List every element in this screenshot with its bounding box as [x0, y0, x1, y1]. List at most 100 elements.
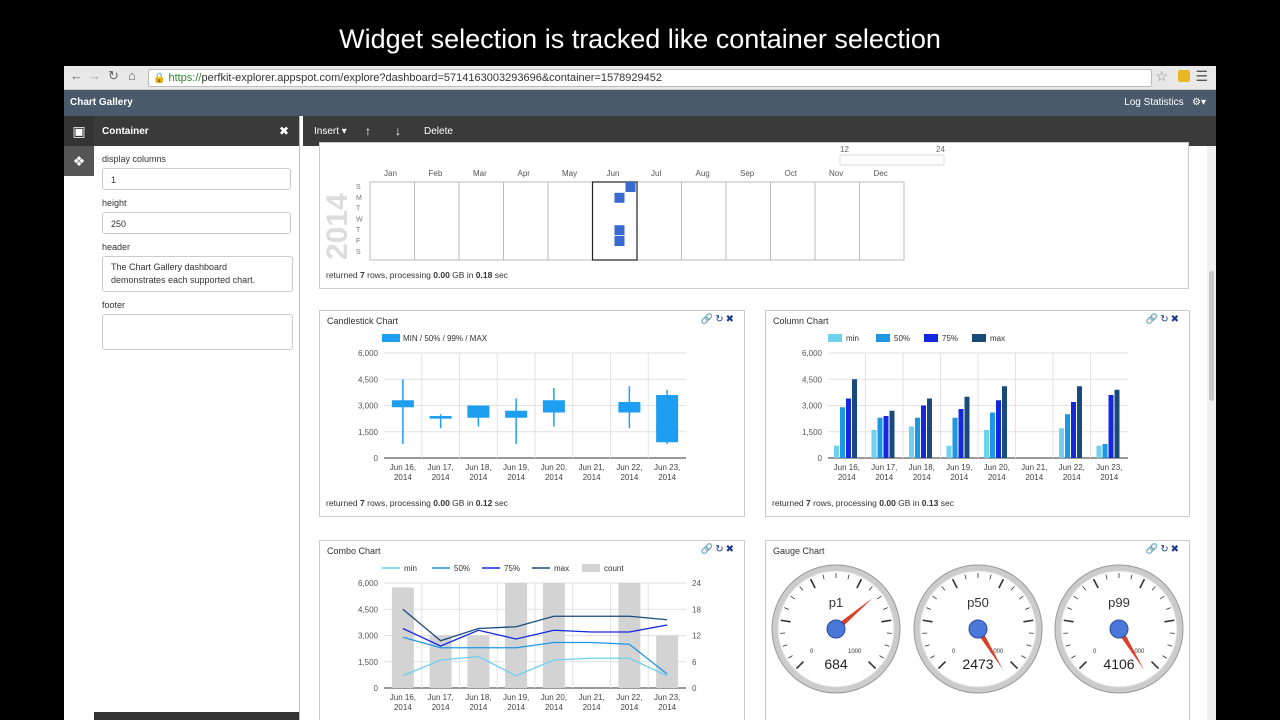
link-icon[interactable]: 🔗 — [701, 544, 715, 555]
weekday-label: S — [356, 184, 361, 191]
calendar-widget[interactable]: 12 24 Jan Feb Mar Apr May Jun Jul Aug Sep Oct Nov Dec… — [319, 142, 1189, 289]
x-tick-label: Jun 19, — [946, 463, 972, 472]
log-statistics-link[interactable]: Log Statistics ⚙▾ — [1124, 97, 1206, 108]
column-bar — [1114, 389, 1120, 458]
month-block — [636, 181, 682, 261]
x-tick-label: Jun 19, — [503, 693, 529, 702]
back-icon[interactable]: ← — [70, 68, 83, 83]
x-tick-label: Jun 20, — [541, 463, 567, 472]
x-tick-label: 2014 — [432, 473, 450, 482]
dashboard-canvas: 12 24 Jan Feb Mar Apr May Jun Jul Aug Sep Oct Nov Dec… — [303, 142, 1216, 720]
link-icon[interactable]: 🔗 — [1146, 314, 1160, 325]
column-bar — [889, 410, 895, 458]
x-tick-label: Jun 17, — [428, 463, 454, 472]
extension-icon[interactable] — [1178, 70, 1190, 82]
home-icon[interactable]: ⌂ — [128, 68, 136, 83]
lock-icon: 🔒 — [153, 73, 166, 84]
height-input[interactable]: 250 — [102, 212, 291, 234]
address-bar[interactable]: 🔒 https://perfkit-explorer.appspot.com/ex… — [148, 69, 1152, 87]
gauge-widget[interactable]: Gauge Chart 🔗↻✖ p1 0 1000 684 p50 0 1000 2473 p9… — [765, 540, 1190, 720]
weekday-label: T — [356, 227, 361, 234]
link-icon[interactable]: 🔗 — [701, 314, 715, 325]
color-scale — [839, 154, 945, 166]
insert-menu-button[interactable]: Insert ▾ — [314, 126, 347, 137]
close-icon[interactable]: ✖ — [726, 544, 736, 555]
move-down-button[interactable]: ↓ — [395, 124, 401, 138]
candle-body — [618, 402, 641, 413]
calendar-chart: 12 24 Jan Feb Mar Apr May Jun Jul Aug Sep Oct Nov Dec… — [321, 145, 945, 261]
x-tick-label: 2014 — [658, 473, 676, 482]
month-block — [681, 181, 727, 261]
canvas-scrollbar[interactable] — [1207, 146, 1216, 720]
candlestick-widget[interactable]: Candlestick Chart 🔗↻✖ MIN / 50% / 99% / … — [319, 310, 745, 517]
y-tick-label: 0 — [374, 684, 379, 693]
month-block — [503, 181, 549, 261]
column-bar — [984, 430, 989, 458]
link-icon[interactable]: 🔗 — [1146, 544, 1160, 555]
refresh-icon[interactable]: ↻ — [715, 544, 725, 555]
gear-icon[interactable]: ⚙▾ — [1192, 97, 1206, 108]
column-bar — [883, 416, 889, 458]
x-tick-label: Jun 22, — [616, 693, 642, 702]
weekday-label: W — [356, 216, 363, 223]
count-bar — [542, 583, 565, 688]
column-bar — [840, 407, 845, 458]
browser-menu-icon[interactable]: ☰ — [1195, 68, 1208, 85]
x-tick-label: Jun 19, — [503, 463, 529, 472]
month-block — [814, 181, 860, 261]
gauge-value: 4106 — [1103, 656, 1134, 672]
column-widget[interactable]: Column Chart 🔗↻✖ min 50% 75% max 0 1,500 3,000… — [765, 310, 1190, 517]
month-block — [859, 181, 905, 261]
legend-label: MIN / 50% / 99% / MAX — [403, 334, 488, 343]
year-label: 2014 — [321, 193, 354, 260]
month-block — [725, 181, 771, 261]
x-tick-label: 2014 — [838, 473, 856, 482]
scrollbar-thumb[interactable] — [1209, 271, 1214, 401]
x-tick-label: 2014 — [469, 473, 487, 482]
column-bar — [1002, 386, 1007, 458]
header-textarea[interactable]: The Chart Gallery dashboard demonstrates… — [102, 256, 293, 292]
field-label-footer: footer — [102, 300, 126, 310]
candle-body — [429, 416, 452, 419]
close-icon[interactable]: ✖ — [1171, 544, 1181, 555]
x-tick-label: 2014 — [950, 473, 968, 482]
month-block — [414, 181, 460, 261]
calendar-day-cell — [614, 225, 625, 236]
column-bar — [852, 379, 857, 458]
reload-icon[interactable]: ↻ — [108, 68, 119, 84]
bookmark-star-icon[interactable]: ☆ — [1155, 68, 1168, 85]
close-icon[interactable]: ✖ — [279, 124, 289, 138]
x-tick-label: 2014 — [658, 703, 676, 712]
app-title[interactable]: Chart Gallery — [70, 97, 133, 108]
combo-widget[interactable]: Combo Chart 🔗↻✖ min 50% 75% max count 0 1,500 3… — [319, 540, 745, 720]
field-label-height: height — [102, 198, 127, 208]
container-panel-icon[interactable]: ▣ — [64, 116, 94, 146]
refresh-icon[interactable]: ↻ — [1160, 314, 1170, 325]
dropbox-icon[interactable]: ❖ — [64, 146, 94, 176]
refresh-icon[interactable]: ↻ — [1160, 544, 1170, 555]
legend-label: min — [846, 334, 859, 343]
candle-body — [505, 410, 528, 418]
calendar-day-cell — [614, 192, 625, 203]
refresh-icon[interactable]: ↻ — [715, 314, 725, 325]
column-bar — [877, 417, 883, 458]
month-label: Oct — [785, 169, 798, 178]
column-bar — [927, 398, 932, 458]
y-tick-label: 4,500 — [358, 605, 379, 614]
forward-icon[interactable]: → — [88, 68, 101, 83]
x-tick-label: Jun 16, — [834, 463, 860, 472]
weekday-label: T — [356, 206, 361, 213]
move-up-button[interactable]: ↑ — [365, 124, 371, 138]
delete-button[interactable]: Delete — [424, 126, 453, 137]
y-tick-label: 6,000 — [358, 349, 379, 358]
close-icon[interactable]: ✖ — [1171, 314, 1181, 325]
month-block — [547, 181, 593, 261]
display-columns-input[interactable]: 1 — [102, 168, 291, 190]
y2-tick-label: 24 — [692, 579, 701, 588]
month-block — [458, 181, 504, 261]
month-label: Apr — [518, 169, 531, 178]
close-icon[interactable]: ✖ — [726, 314, 736, 325]
gauge-max-label: 1000 — [848, 649, 862, 655]
candlestick-chart: MIN / 50% / 99% / MAX 0 1,500 3,000 4,500 6,0… — [358, 334, 686, 482]
footer-textarea[interactable] — [102, 314, 293, 350]
